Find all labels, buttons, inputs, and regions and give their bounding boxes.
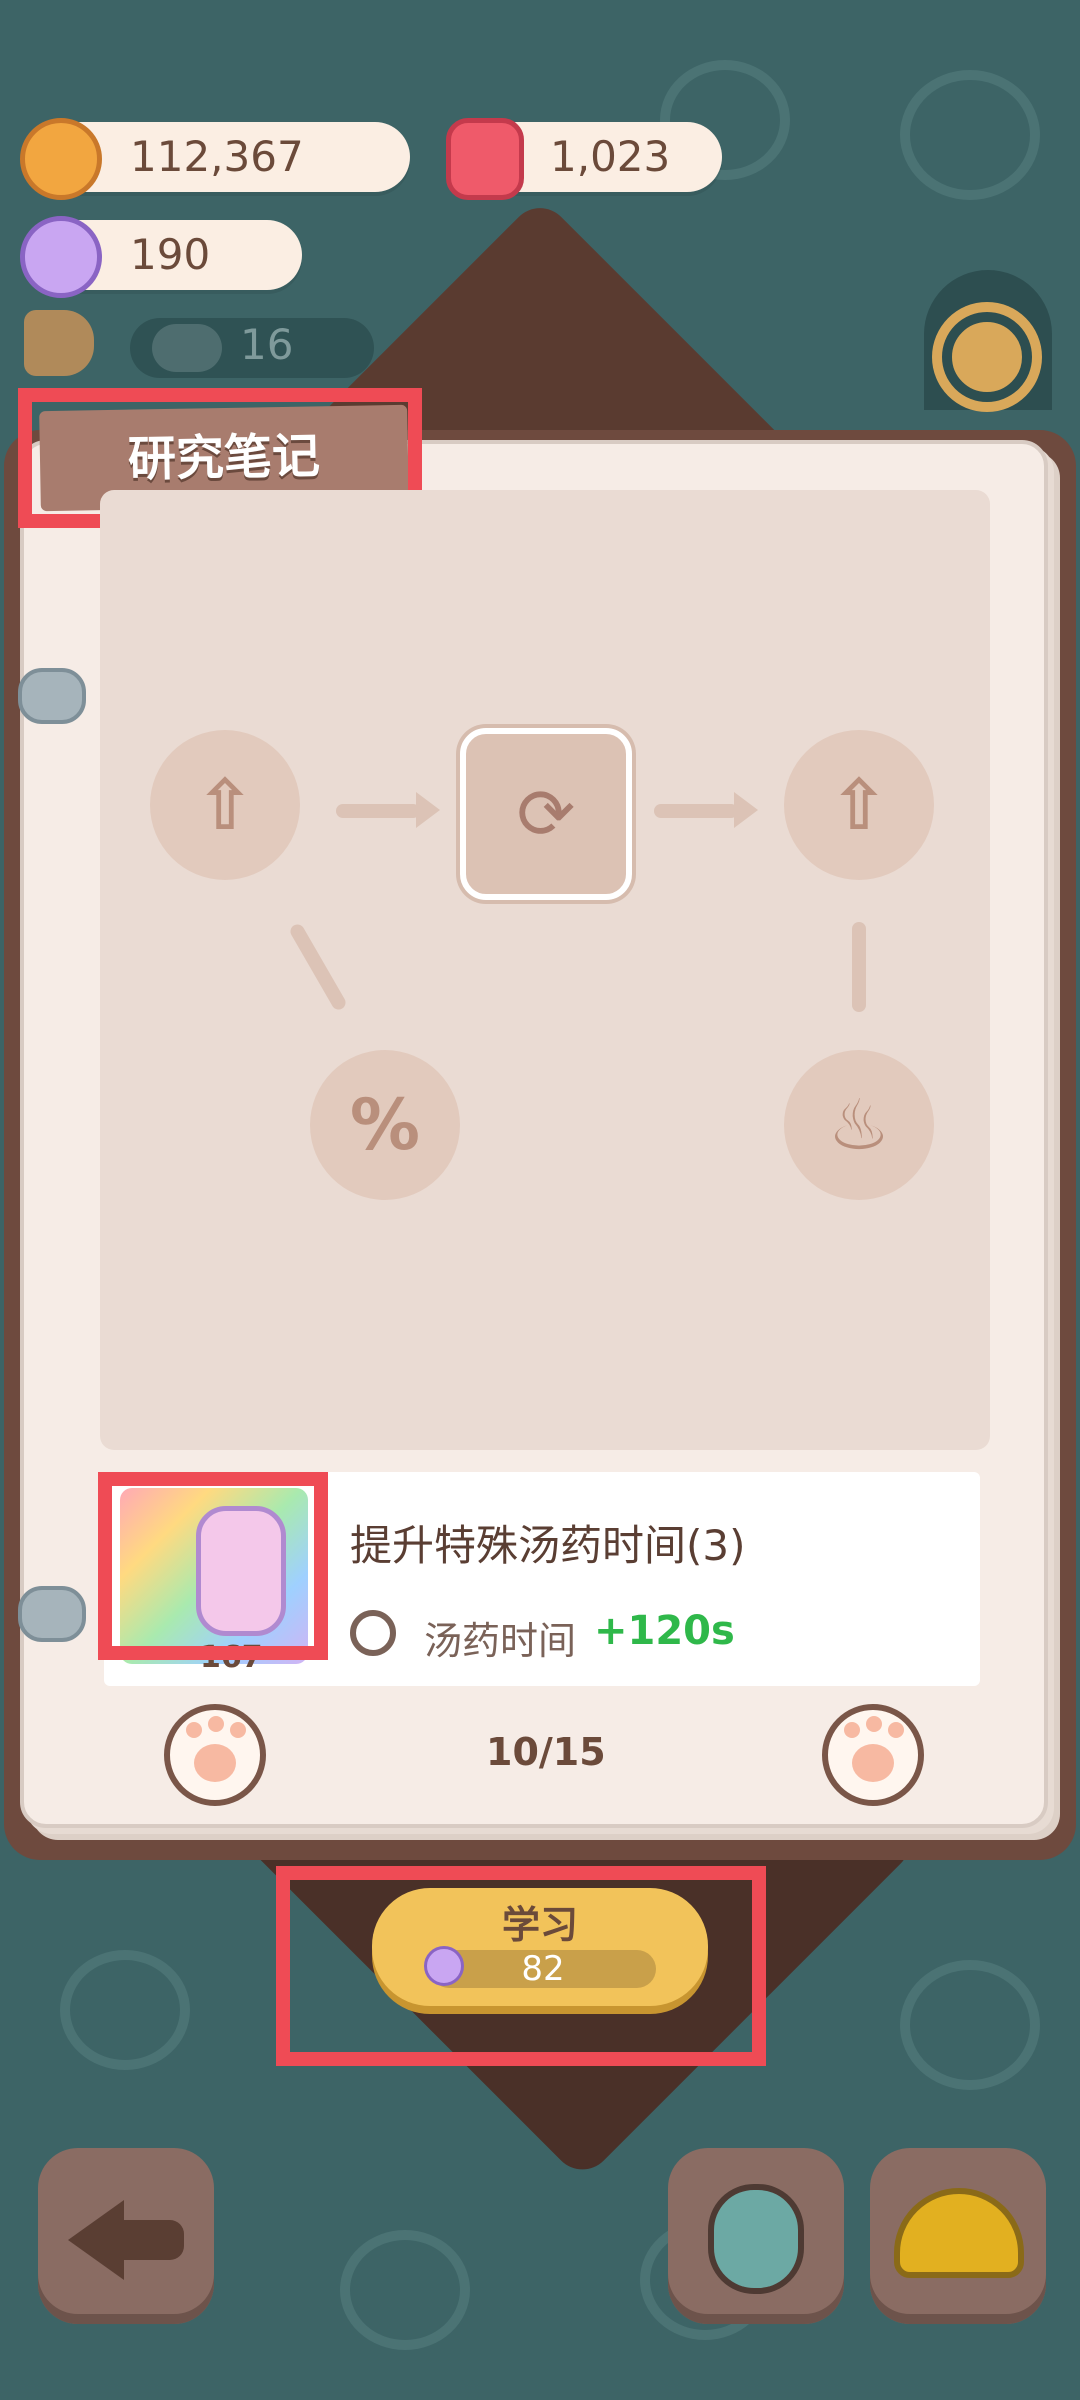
soup-time-icon: ♨ bbox=[827, 1084, 891, 1166]
back-button[interactable] bbox=[38, 2148, 214, 2324]
visitor-count: 16 bbox=[240, 320, 294, 369]
research-node-cookie-upgrade-2[interactable]: ⇧ bbox=[784, 730, 934, 880]
paw-toe bbox=[888, 1722, 904, 1738]
research-node-discount[interactable]: % bbox=[310, 1050, 460, 1200]
next-page-button[interactable] bbox=[822, 1704, 924, 1806]
background-doodle bbox=[900, 70, 1040, 200]
cookie-count: 112,367 bbox=[130, 132, 304, 181]
binder-ring bbox=[18, 668, 86, 724]
learn-highlight-box bbox=[276, 1866, 766, 2066]
prev-page-button[interactable] bbox=[164, 1704, 266, 1806]
tree-arrow-head bbox=[734, 792, 758, 828]
visitor-faces-icon bbox=[152, 324, 222, 372]
effect-label: 汤药时间 bbox=[424, 1619, 577, 1663]
helmet-button[interactable] bbox=[870, 2148, 1046, 2324]
research-node-cookie-upgrade[interactable]: ⇧ bbox=[150, 730, 300, 880]
tree-arrow bbox=[654, 804, 738, 818]
helmet-icon bbox=[894, 2188, 1024, 2278]
effect-value: +120s bbox=[594, 1608, 735, 1654]
item-highlight-box bbox=[98, 1472, 328, 1660]
paw-toe bbox=[230, 1722, 246, 1738]
paw-toe bbox=[208, 1716, 224, 1732]
research-title: 提升特殊汤药时间(3) bbox=[350, 1521, 746, 1570]
percent-tag-icon: % bbox=[349, 1084, 421, 1166]
background-doodle bbox=[340, 2230, 470, 2350]
paw-pad bbox=[852, 1744, 894, 1782]
tree-arrow bbox=[852, 922, 866, 1012]
background-doodle bbox=[60, 1950, 190, 2070]
gear-icon[interactable] bbox=[942, 312, 1032, 402]
background-doodle bbox=[900, 1960, 1040, 2090]
paw-pad bbox=[194, 1744, 236, 1782]
alarm-clock-icon bbox=[350, 1610, 396, 1656]
page-indicator: 10/15 bbox=[486, 1730, 606, 1774]
potion-button[interactable] bbox=[668, 2148, 844, 2324]
cookie-upgrade-icon: ⇧ bbox=[829, 764, 889, 846]
cauldron-refresh-icon: ⟳ bbox=[516, 773, 576, 855]
research-node-selected[interactable]: ⟳ bbox=[460, 728, 632, 900]
cookie-upgrade-icon: ⇧ bbox=[195, 764, 255, 846]
binder-ring bbox=[18, 1586, 86, 1642]
tree-arrow-head bbox=[416, 792, 440, 828]
gem-count: 1,023 bbox=[550, 132, 671, 181]
paw-toe bbox=[186, 1722, 202, 1738]
arrow-left-shaft bbox=[118, 2220, 184, 2260]
candy-count: 190 bbox=[130, 230, 211, 279]
candy-icon bbox=[20, 216, 102, 298]
paw-toe bbox=[844, 1722, 860, 1738]
potion-bottle-icon bbox=[708, 2184, 804, 2294]
paw-toe bbox=[866, 1716, 882, 1732]
research-node-soup-time[interactable]: ♨ bbox=[784, 1050, 934, 1200]
jelly-gem-icon bbox=[446, 118, 524, 200]
tree-arrow bbox=[336, 804, 420, 818]
cookie-icon bbox=[20, 118, 102, 200]
arrow-left-icon bbox=[68, 2200, 124, 2280]
megaphone-icon bbox=[24, 310, 94, 376]
